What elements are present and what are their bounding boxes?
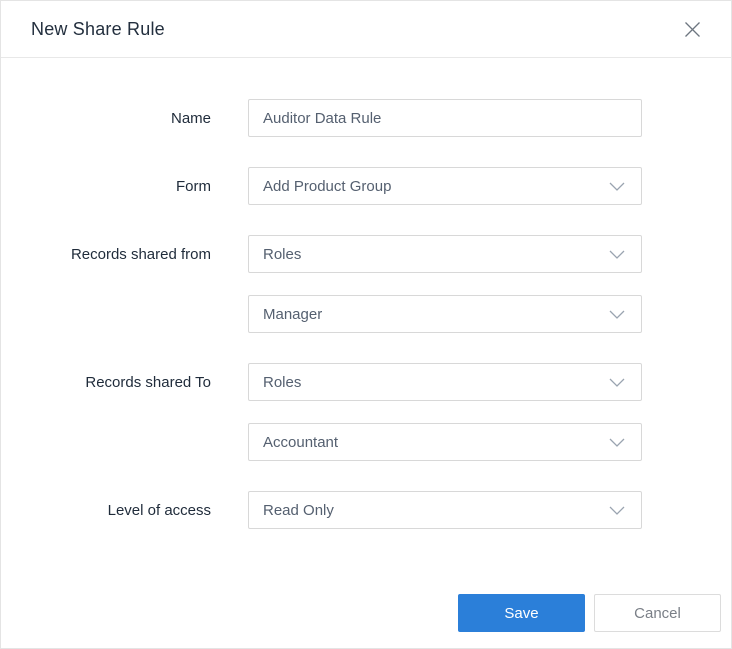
chevron-down-icon [609, 378, 625, 387]
chevron-down-icon [609, 506, 625, 515]
modal-footer: Save Cancel [1, 594, 731, 648]
name-input[interactable] [248, 99, 642, 137]
modal-header: New Share Rule [1, 1, 731, 58]
records-shared-from-detail-row: Manager [1, 295, 731, 333]
chevron-down-icon [609, 438, 625, 447]
new-share-rule-modal: New Share Rule Name Form Add Product Gro… [0, 0, 732, 649]
form-label: Form [176, 177, 211, 195]
records-shared-from-role-select[interactable]: Manager [248, 295, 642, 333]
name-label: Name [170, 109, 211, 127]
records-shared-from-select-value: Roles [263, 245, 302, 263]
level-of-access-select[interactable]: Read Only [248, 491, 642, 529]
records-shared-from-select[interactable]: Roles [248, 235, 642, 273]
form-select[interactable]: Add Product Group [248, 167, 642, 205]
records-shared-to-row: Records shared To Roles [1, 363, 731, 401]
records-shared-to-select-value: Roles [263, 373, 302, 391]
records-shared-to-label: Records shared To [85, 373, 211, 391]
name-row: Name [1, 99, 731, 137]
close-button[interactable] [678, 15, 707, 44]
chevron-down-icon [609, 250, 625, 259]
level-of-access-label: Level of access [107, 501, 211, 519]
level-of-access-select-value: Read Only [263, 501, 334, 519]
form-select-value: Add Product Group [263, 177, 392, 195]
level-of-access-row: Level of access Read Only [1, 491, 731, 529]
records-shared-to-detail-row: Accountant [1, 423, 731, 461]
form-row: Form Add Product Group [1, 167, 731, 205]
records-shared-from-role-value: Manager [263, 305, 323, 323]
records-shared-to-role-select[interactable]: Accountant [248, 423, 642, 461]
close-icon [684, 21, 701, 41]
records-shared-from-row: Records shared from Roles [1, 235, 731, 273]
records-shared-to-select[interactable]: Roles [248, 363, 642, 401]
chevron-down-icon [609, 182, 625, 191]
share-rule-form: Name Form Add Product Group Records shar… [1, 58, 731, 594]
save-button[interactable]: Save [458, 594, 585, 632]
records-shared-to-role-value: Accountant [263, 433, 339, 451]
cancel-button[interactable]: Cancel [594, 594, 721, 632]
chevron-down-icon [609, 310, 625, 319]
modal-title: New Share Rule [31, 18, 165, 39]
records-shared-from-label: Records shared from [70, 245, 211, 263]
